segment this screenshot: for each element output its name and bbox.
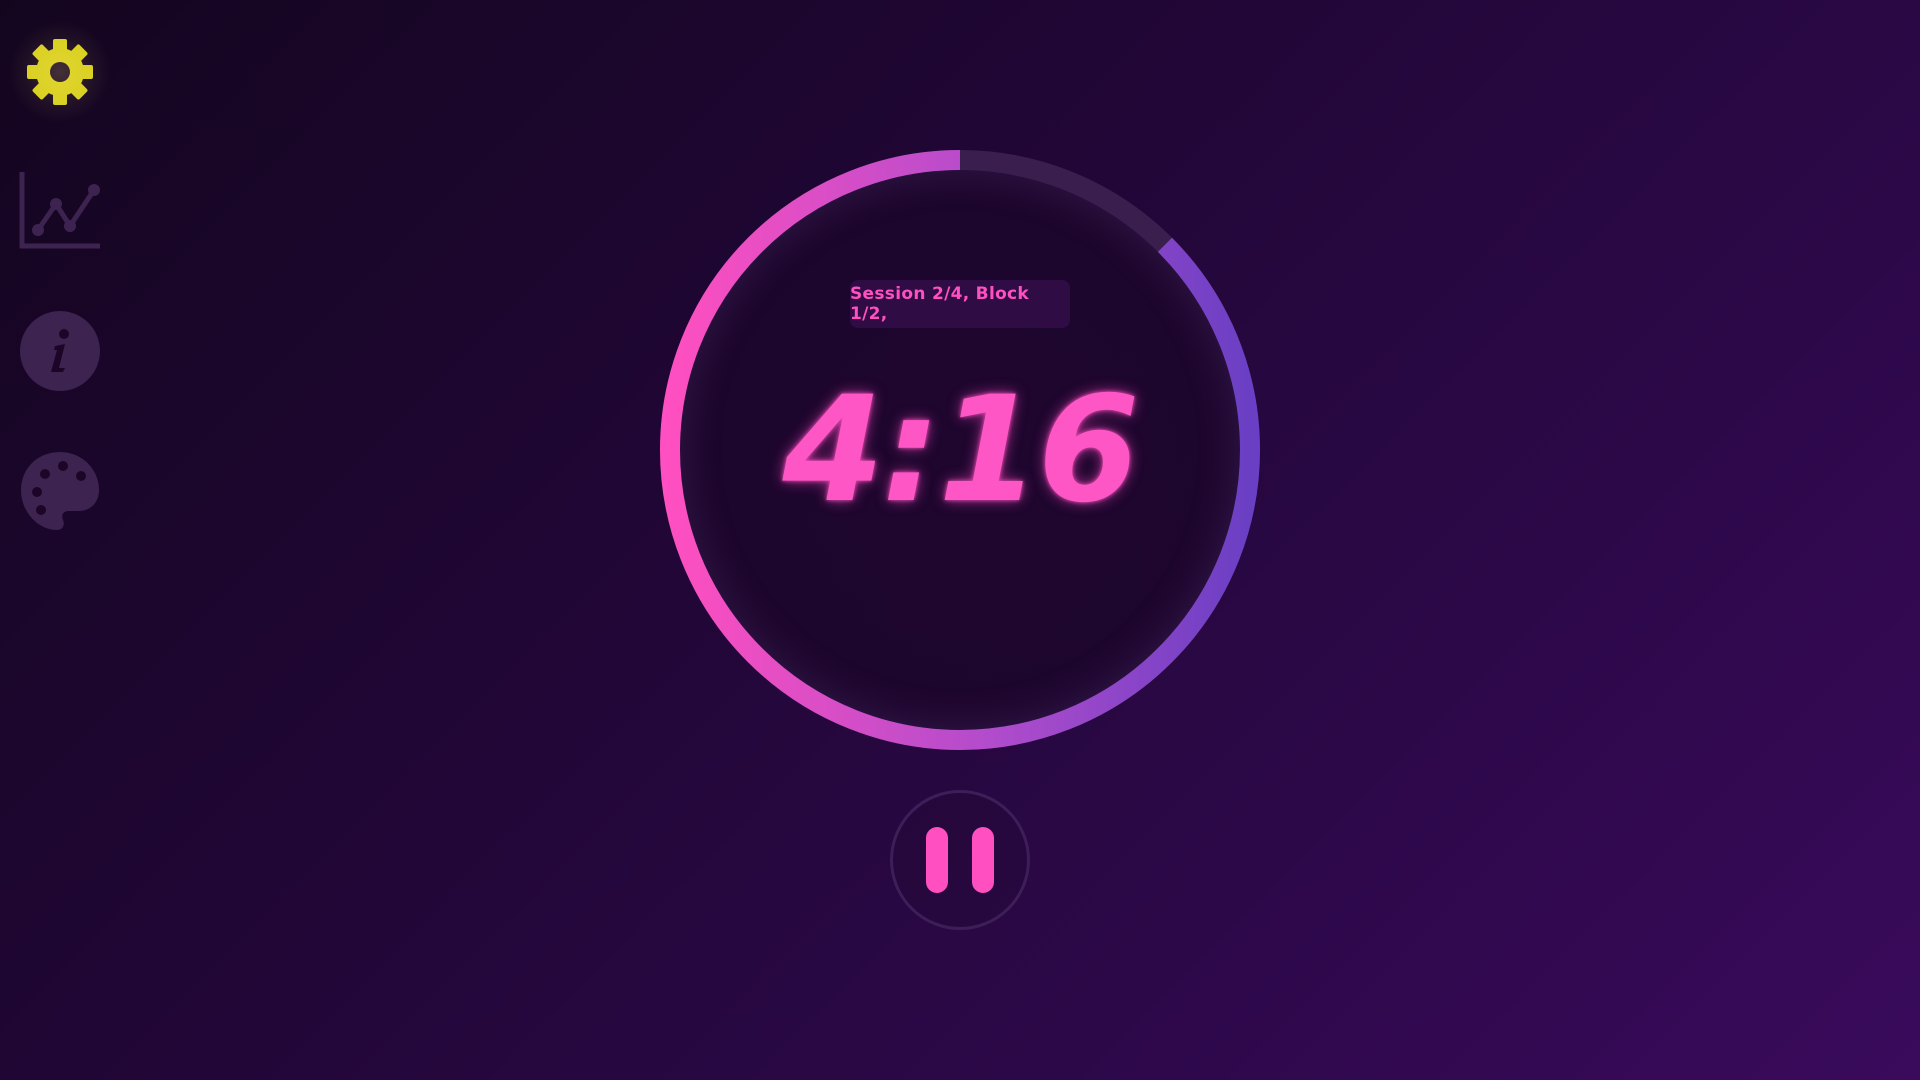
line-chart-icon — [19, 172, 100, 249]
sidebar — [0, 0, 120, 600]
time-remaining: 4:16 — [782, 365, 1139, 535]
gear-icon — [27, 39, 93, 105]
session-indicator: Session 2/4, Block 1/2, — [850, 280, 1070, 328]
pause-icon-left-bar — [926, 827, 948, 893]
theme-button[interactable] — [18, 449, 102, 533]
info-button[interactable] — [18, 309, 102, 393]
session-label: Session 2/4, Block 1/2, — [850, 284, 1030, 324]
settings-button[interactable] — [8, 20, 112, 124]
info-icon — [20, 311, 100, 391]
stats-button[interactable] — [18, 168, 102, 252]
palette-icon — [21, 452, 99, 530]
pause-icon-right-bar — [972, 827, 994, 893]
pause-button[interactable] — [890, 790, 1030, 930]
